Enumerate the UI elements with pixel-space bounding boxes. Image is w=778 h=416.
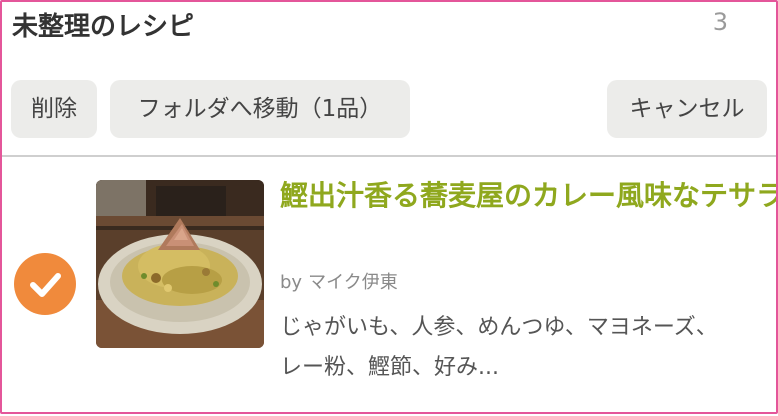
move-to-folder-button[interactable]: フォルダへ移動（1品） bbox=[110, 80, 410, 138]
ingredients-line-1: じゃがいも、人参、めんつゆ、マヨネーズ、 bbox=[280, 315, 718, 340]
recipe-list-item[interactable]: 鰹出汁香る蕎麦屋のカレー風味なテサラ by マイク伊東 じゃがいも、人参、めんつゆ… bbox=[2, 158, 776, 412]
action-toolbar: 削除 フォルダへ移動（1品） キャンセル bbox=[2, 80, 776, 140]
author-prefix: by bbox=[280, 272, 303, 293]
recipe-photo bbox=[96, 180, 264, 348]
ingredients-line-2: レー粉、鰹節、好み... bbox=[280, 355, 499, 380]
recipe-thumbnail[interactable] bbox=[96, 180, 264, 348]
cancel-button[interactable]: キャンセル bbox=[607, 80, 767, 138]
app-frame: 未整理のレシピ 3 削除 フォルダへ移動（1品） キャンセル 鰹出汁香る蕎麦屋の… bbox=[0, 0, 778, 414]
page-title: 未整理のレシピ bbox=[12, 12, 195, 42]
recipe-title[interactable]: 鰹出汁香る蕎麦屋のカレー風味なテサラ bbox=[280, 176, 776, 216]
header: 未整理のレシピ 3 bbox=[2, 2, 776, 46]
author-name: マイク伊東 bbox=[308, 272, 398, 293]
recipe-ingredients: じゃがいも、人参、めんつゆ、マヨネーズ、 レー粉、鰹節、好み... bbox=[280, 308, 776, 388]
recipe-count: 3 bbox=[712, 8, 728, 36]
check-icon bbox=[30, 273, 61, 297]
recipe-author[interactable]: by マイク伊東 bbox=[280, 268, 398, 294]
selection-checkbox[interactable] bbox=[14, 253, 76, 315]
delete-button[interactable]: 削除 bbox=[11, 80, 97, 138]
divider bbox=[2, 155, 776, 157]
